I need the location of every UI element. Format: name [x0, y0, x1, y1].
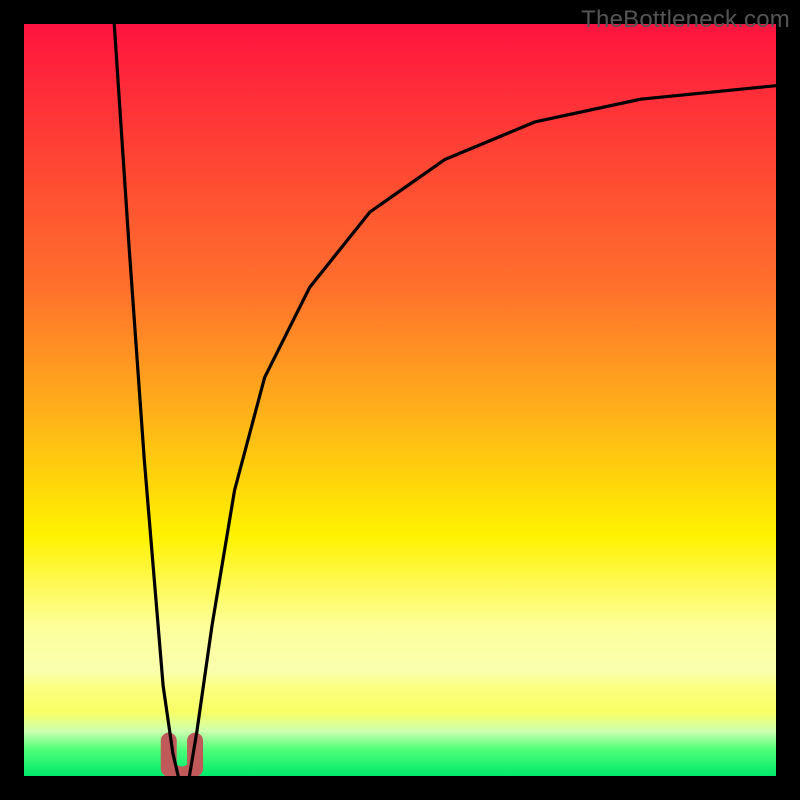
- watermark-text: TheBottleneck.com: [581, 6, 790, 34]
- chart-plot-area: [24, 24, 776, 776]
- chart-background: [24, 24, 776, 776]
- chart-svg: [24, 24, 776, 776]
- chart-frame: TheBottleneck.com: [0, 0, 800, 800]
